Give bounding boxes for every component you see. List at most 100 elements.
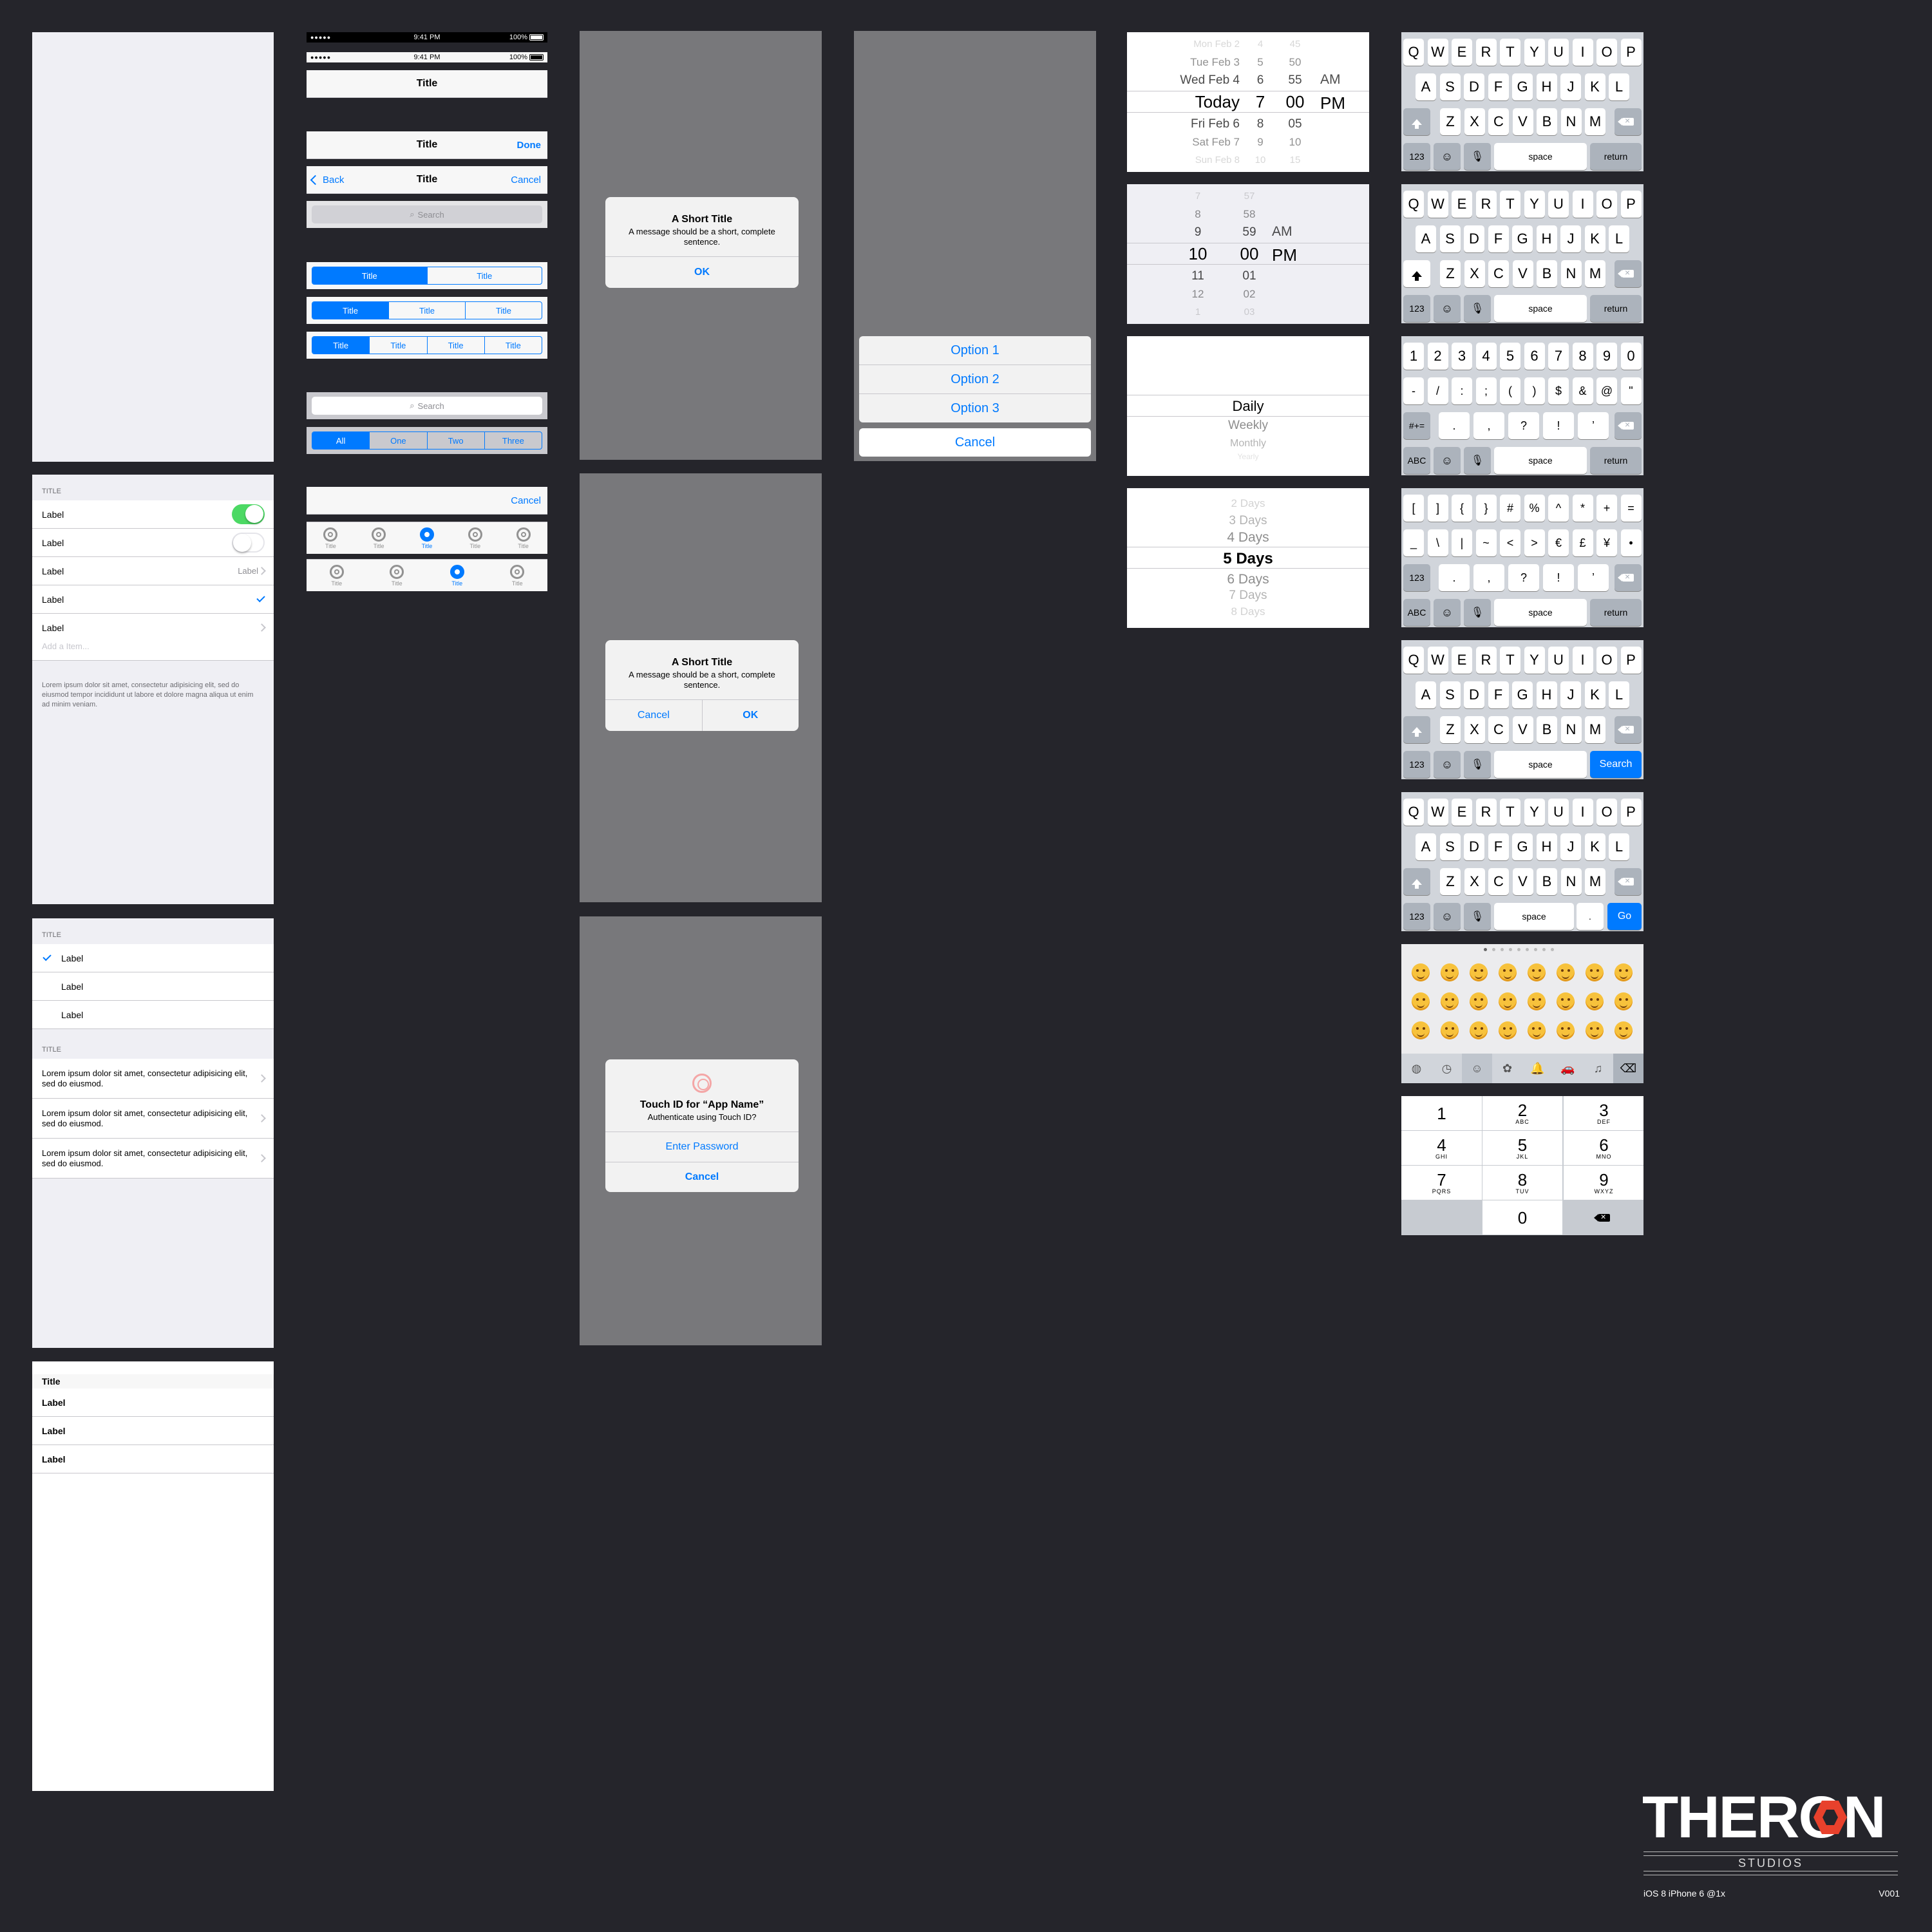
key-p[interactable]: P (1620, 191, 1642, 218)
key-a[interactable]: A (1416, 225, 1436, 252)
key-q[interactable]: Q (1403, 191, 1424, 218)
key-c[interactable]: C (1488, 716, 1509, 743)
emoji-key[interactable]: ☺ (1434, 295, 1461, 322)
key-d[interactable]: D (1464, 681, 1484, 708)
key-symbol[interactable]: \ (1427, 529, 1448, 556)
key-i[interactable]: I (1572, 39, 1593, 66)
key-k[interactable]: K (1584, 833, 1605, 860)
key-symbol[interactable]: < (1500, 529, 1520, 556)
key-symbol[interactable]: • (1620, 529, 1642, 556)
key-t[interactable]: T (1500, 191, 1520, 218)
key-v[interactable]: V (1512, 260, 1533, 287)
key-num[interactable]: 6 (1524, 343, 1545, 370)
key-num[interactable]: 2 (1427, 343, 1448, 370)
key-j[interactable]: J (1560, 225, 1581, 252)
key-p[interactable]: P (1620, 647, 1642, 674)
keypad-5[interactable]: 5 JKL (1482, 1131, 1562, 1165)
segment-4[interactable]: Title (484, 337, 542, 354)
emoji-key[interactable]: ☺ (1434, 903, 1461, 930)
search-field[interactable]: ⌕ Search (312, 205, 542, 223)
emoji-key[interactable]: ☺ (1434, 751, 1461, 778)
key-punct[interactable]: ! (1543, 412, 1574, 439)
dictation-key[interactable]: 🎙 (1464, 903, 1491, 930)
key-symbol[interactable]: * (1572, 495, 1593, 522)
picker-column[interactable]: Mon Feb 2 Tue Feb 3 Wed Feb 4 Today Fri Feb … (1127, 32, 1240, 172)
key-symbol[interactable]: " (1620, 377, 1642, 404)
key-q[interactable]: Q (1403, 39, 1424, 66)
numbers-key[interactable]: 123 (1403, 143, 1430, 170)
emoji-face-icon[interactable] (1499, 992, 1517, 1010)
key-symbol[interactable]: = (1620, 495, 1642, 522)
key-a[interactable]: A (1416, 833, 1436, 860)
table-row[interactable]: Label (32, 944, 274, 972)
key-m[interactable]: M (1585, 108, 1605, 135)
picker-column[interactable]: 4 5 6 7 8 9 10 (1251, 32, 1270, 172)
key-d[interactable]: D (1464, 73, 1484, 100)
key-i[interactable]: I (1572, 647, 1593, 674)
picker-column[interactable]: AM PM (1272, 184, 1311, 324)
key-w[interactable]: W (1427, 191, 1448, 218)
search-key[interactable]: Search (1590, 751, 1642, 778)
tab-item-3[interactable]: Title (419, 527, 434, 549)
key-t[interactable]: T (1500, 647, 1520, 674)
action-option-1[interactable]: Option 1 (859, 336, 1091, 365)
key-num[interactable]: 5 (1500, 343, 1520, 370)
key-l[interactable]: L (1609, 73, 1629, 100)
key-h[interactable]: H (1536, 73, 1557, 100)
segment-1[interactable]: All (312, 432, 370, 449)
numbers-key[interactable]: 123 (1403, 295, 1430, 322)
key-b[interactable]: B (1537, 868, 1557, 895)
key-n[interactable]: N (1560, 716, 1582, 743)
return-key[interactable]: return (1590, 447, 1642, 474)
key-m[interactable]: M (1585, 868, 1605, 895)
segment-1[interactable]: Title (312, 267, 427, 284)
tab-item-5[interactable]: Title (516, 527, 531, 549)
key-symbol[interactable]: ) (1524, 377, 1545, 404)
table-row[interactable]: Label (32, 529, 274, 557)
key-q[interactable]: Q (1403, 799, 1424, 826)
key-a[interactable]: A (1416, 73, 1436, 100)
emoji-face-icon[interactable] (1412, 992, 1430, 1010)
delete-key[interactable] (1615, 108, 1642, 135)
key-e[interactable]: E (1452, 191, 1472, 218)
return-key[interactable]: return (1590, 143, 1642, 170)
action-option-3[interactable]: Option 3 (859, 393, 1091, 422)
key-symbol[interactable]: & (1572, 377, 1593, 404)
date-picker[interactable]: Mon Feb 2 Tue Feb 3 Wed Feb 4 Today Fri Feb … (1127, 32, 1369, 172)
numbers-key[interactable]: 123 (1403, 564, 1430, 591)
key-symbol[interactable]: # (1500, 495, 1520, 522)
segment-1[interactable]: Title (312, 337, 370, 354)
key-s[interactable]: S (1439, 681, 1461, 708)
table-row[interactable]: Label (32, 972, 274, 1001)
delete-key[interactable] (1615, 564, 1642, 591)
key-p[interactable]: P (1620, 799, 1642, 826)
keypad-2[interactable]: 2 ABC (1482, 1096, 1562, 1130)
key-punct[interactable]: ? (1508, 412, 1539, 439)
enter-password-button[interactable]: Enter Password (605, 1132, 799, 1162)
action-option-2[interactable]: Option 2 (859, 365, 1091, 393)
key-f[interactable]: F (1488, 73, 1509, 100)
tab-item-4[interactable]: Title (510, 564, 525, 587)
emoji-face-icon[interactable] (1586, 1021, 1604, 1039)
key-w[interactable]: W (1427, 647, 1448, 674)
key-x[interactable]: X (1464, 868, 1485, 895)
flower-icon[interactable]: ✿ (1492, 1054, 1522, 1083)
add-item-field[interactable]: Add a Item... (32, 632, 274, 661)
emoji-face-icon[interactable] (1586, 963, 1604, 981)
tab-item-2[interactable]: Title (372, 527, 386, 549)
picker-column[interactable]: 45 50 55 00 05 10 15 (1279, 32, 1311, 172)
key-symbol[interactable]: ( (1500, 377, 1520, 404)
key-symbol[interactable]: $ (1548, 377, 1569, 404)
keypad-3[interactable]: 3 DEF (1564, 1096, 1643, 1130)
key-num[interactable]: 1 (1403, 343, 1424, 370)
key-d[interactable]: D (1464, 833, 1484, 860)
search-field[interactable]: ⌕ Search (312, 397, 542, 415)
dictation-key[interactable]: 🎙 (1464, 143, 1491, 170)
tab-item-1[interactable]: Title (323, 527, 338, 549)
period-key[interactable]: . (1577, 903, 1604, 930)
back-button[interactable]: Back (310, 175, 344, 185)
return-key[interactable]: return (1590, 599, 1642, 626)
keypad-7[interactable]: 7 PQRS (1401, 1166, 1482, 1200)
days-picker[interactable]: 2 Days 3 Days 4 Days 5 Days 6 Days 7 Days 8 Da… (1127, 488, 1369, 628)
key-symbol[interactable]: - (1403, 377, 1424, 404)
